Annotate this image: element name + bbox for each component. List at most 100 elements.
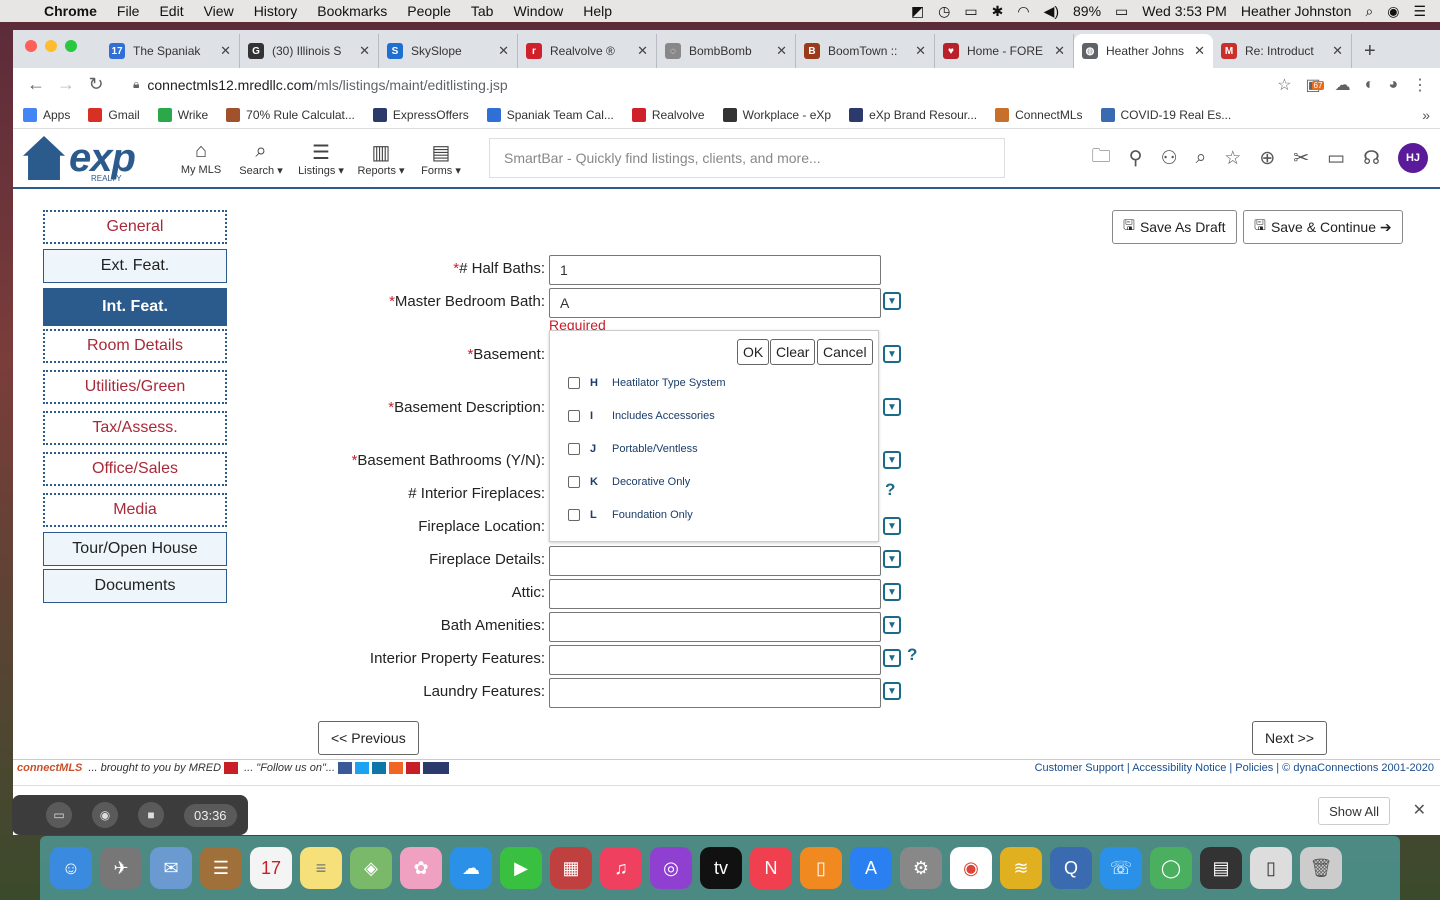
- launchpad-icon[interactable]: ✈: [100, 847, 142, 889]
- tab-close-icon[interactable]: ✕: [637, 43, 648, 59]
- system-preferences-icon[interactable]: ⚙: [900, 847, 942, 889]
- user-avatar[interactable]: HJ: [1398, 143, 1428, 173]
- popup-option[interactable]: I Includes Accessories: [568, 410, 715, 422]
- option-checkbox[interactable]: [568, 509, 580, 521]
- master-bath-dropdown-icon[interactable]: ▼: [883, 292, 901, 310]
- browser-tab[interactable]: S SkySlope ✕: [379, 34, 518, 68]
- tab-close-icon[interactable]: ✕: [1332, 43, 1343, 59]
- finder-icon[interactable]: ☺: [50, 847, 92, 889]
- bookmark-item[interactable]: Workplace - eXp: [722, 107, 831, 122]
- photo-booth-icon[interactable]: ▦: [550, 847, 592, 889]
- apple-tv-icon[interactable]: tv: [700, 847, 742, 889]
- rss-icon[interactable]: [389, 761, 404, 774]
- bookmark-item[interactable]: COVID-19 Real Es...: [1100, 107, 1231, 122]
- status-app-icon[interactable]: ◩: [911, 3, 924, 20]
- stacks-app-icon[interactable]: ≋: [1000, 847, 1042, 889]
- facebook-icon[interactable]: [338, 761, 353, 774]
- sidebar-section-button[interactable]: Utilities/Green: [43, 370, 227, 404]
- popup-option[interactable]: J Portable/Ventless: [568, 443, 698, 455]
- calendar-icon[interactable]: 17: [250, 847, 292, 889]
- sidebar-section-button[interactable]: General: [43, 210, 227, 244]
- favorites-star-icon[interactable]: ☆: [1224, 147, 1241, 170]
- browser-tab[interactable]: M Re: Introduct ✕: [1213, 34, 1352, 68]
- basement-dropdown-icon[interactable]: ▼: [883, 345, 901, 363]
- interior-features-input[interactable]: [549, 645, 881, 675]
- option-checkbox[interactable]: [568, 443, 580, 455]
- menu-clock[interactable]: Wed 3:53 PM: [1142, 3, 1227, 19]
- battery-icon[interactable]: ▭: [1115, 3, 1128, 20]
- close-download-bar-icon[interactable]: ✕: [1413, 800, 1426, 820]
- menu-user[interactable]: Heather Johnston: [1241, 3, 1352, 19]
- popup-option[interactable]: K Decorative Only: [568, 476, 690, 488]
- exp-logo[interactable]: exp REALTY: [23, 132, 163, 184]
- back-icon[interactable]: ←: [21, 74, 51, 95]
- sidebar-section-button[interactable]: Tax/Assess.: [43, 411, 227, 445]
- bookmark-item[interactable]: ExpressOffers: [372, 107, 469, 122]
- bluetooth-icon[interactable]: ✱: [992, 3, 1004, 20]
- menu-file[interactable]: File: [107, 3, 150, 19]
- cloud-extension-icon[interactable]: ☁: [1335, 75, 1351, 95]
- menu-view[interactable]: View: [194, 3, 244, 19]
- popup-cancel-button[interactable]: Cancel: [817, 339, 873, 365]
- option-checkbox[interactable]: [568, 476, 580, 488]
- browser-tab[interactable]: r Realvolve ® ✕: [518, 34, 657, 68]
- fireplaces-help-icon[interactable]: ?: [885, 480, 895, 500]
- linkedin-icon[interactable]: [372, 761, 387, 774]
- sidebar-section-button[interactable]: Office/Sales: [43, 452, 227, 486]
- bath-amenities-dropdown-icon[interactable]: ▼: [883, 616, 901, 634]
- bookmark-item[interactable]: eXp Brand Resour...: [849, 107, 977, 122]
- wifi-icon[interactable]: ◠: [1017, 3, 1029, 20]
- popup-clear-button[interactable]: Clear: [770, 339, 816, 365]
- save-continue-button[interactable]: 🖫︎ Save & Continue ➔: [1243, 210, 1403, 244]
- menu-help[interactable]: Help: [573, 3, 622, 19]
- browser-tab[interactable]: ♥ Home - FORE ✕: [935, 34, 1074, 68]
- chrome-dock-icon[interactable]: ◉: [950, 847, 992, 889]
- contacts-icon[interactable]: ☰: [200, 847, 242, 889]
- sidebar-section-button[interactable]: Ext. Feat.: [43, 249, 227, 283]
- minimize-window-button[interactable]: [45, 40, 57, 52]
- laundry-input[interactable]: [549, 678, 881, 708]
- browser-tab[interactable]: 17 The Spaniak ✕: [101, 34, 240, 68]
- tab-close-icon[interactable]: ✕: [1054, 43, 1065, 59]
- half-baths-input[interactable]: 1: [549, 255, 881, 285]
- menu-bookmarks[interactable]: Bookmarks: [307, 3, 397, 19]
- contacts-icon[interactable]: ⚇: [1161, 147, 1178, 170]
- podcasts-icon[interactable]: ◎: [650, 847, 692, 889]
- extension-icon[interactable]: ▣67: [1306, 75, 1325, 95]
- twitter-icon[interactable]: [355, 761, 370, 774]
- popup-option[interactable]: H Heatilator Type System: [568, 377, 726, 389]
- bookmark-item[interactable]: Realvolve: [631, 107, 705, 122]
- nav-button[interactable]: ⌕ Search ▾: [231, 140, 291, 177]
- option-checkbox[interactable]: [568, 410, 580, 422]
- phone-app-icon[interactable]: ☏: [1100, 847, 1142, 889]
- recorder-stop-icon[interactable]: ■: [138, 802, 164, 828]
- nav-button[interactable]: ▥ Reports ▾: [351, 140, 411, 177]
- bookmark-item[interactable]: 70% Rule Calculat...: [226, 107, 355, 122]
- menu-tab[interactable]: Tab: [461, 3, 504, 19]
- menu-history[interactable]: History: [244, 3, 308, 19]
- blog-icon[interactable]: [406, 761, 421, 774]
- sidebar-section-button[interactable]: Int. Feat.: [43, 288, 227, 326]
- messages-icon[interactable]: ☁: [450, 847, 492, 889]
- fireplace-details-dropdown-icon[interactable]: ▼: [883, 550, 901, 568]
- bath-amenities-input[interactable]: [549, 612, 881, 642]
- loop-app-icon[interactable]: ◯: [1150, 847, 1192, 889]
- bookmark-item[interactable]: Gmail: [88, 107, 140, 122]
- books-icon[interactable]: ▯: [800, 847, 842, 889]
- fireplace-location-dropdown-icon[interactable]: ▼: [883, 517, 901, 535]
- siri-icon[interactable]: ◉: [1387, 3, 1399, 20]
- cart-icon[interactable]: ▭: [1327, 147, 1345, 170]
- volume-icon[interactable]: ◀): [1044, 3, 1059, 20]
- notification-center-icon[interactable]: ☰: [1413, 3, 1426, 20]
- new-tab-button[interactable]: +: [1352, 34, 1388, 68]
- recorder-camera-icon[interactable]: ◉: [92, 802, 118, 828]
- address-bar[interactable]: 🔒︎ connectmls12.mredllc.com/mls/listings…: [119, 71, 1277, 99]
- document-icon[interactable]: ▯: [1250, 847, 1292, 889]
- maps-icon[interactable]: ◈: [350, 847, 392, 889]
- notes-icon[interactable]: ≡: [300, 847, 342, 889]
- printer-icon[interactable]: ▤: [1200, 847, 1242, 889]
- mail-stamp-icon[interactable]: ✉: [150, 847, 192, 889]
- sidebar-section-button[interactable]: Tour/Open House: [43, 532, 227, 566]
- basement-bathrooms-dropdown-icon[interactable]: ▼: [883, 451, 901, 469]
- folder-icon[interactable]: 🗀︎: [1092, 142, 1111, 174]
